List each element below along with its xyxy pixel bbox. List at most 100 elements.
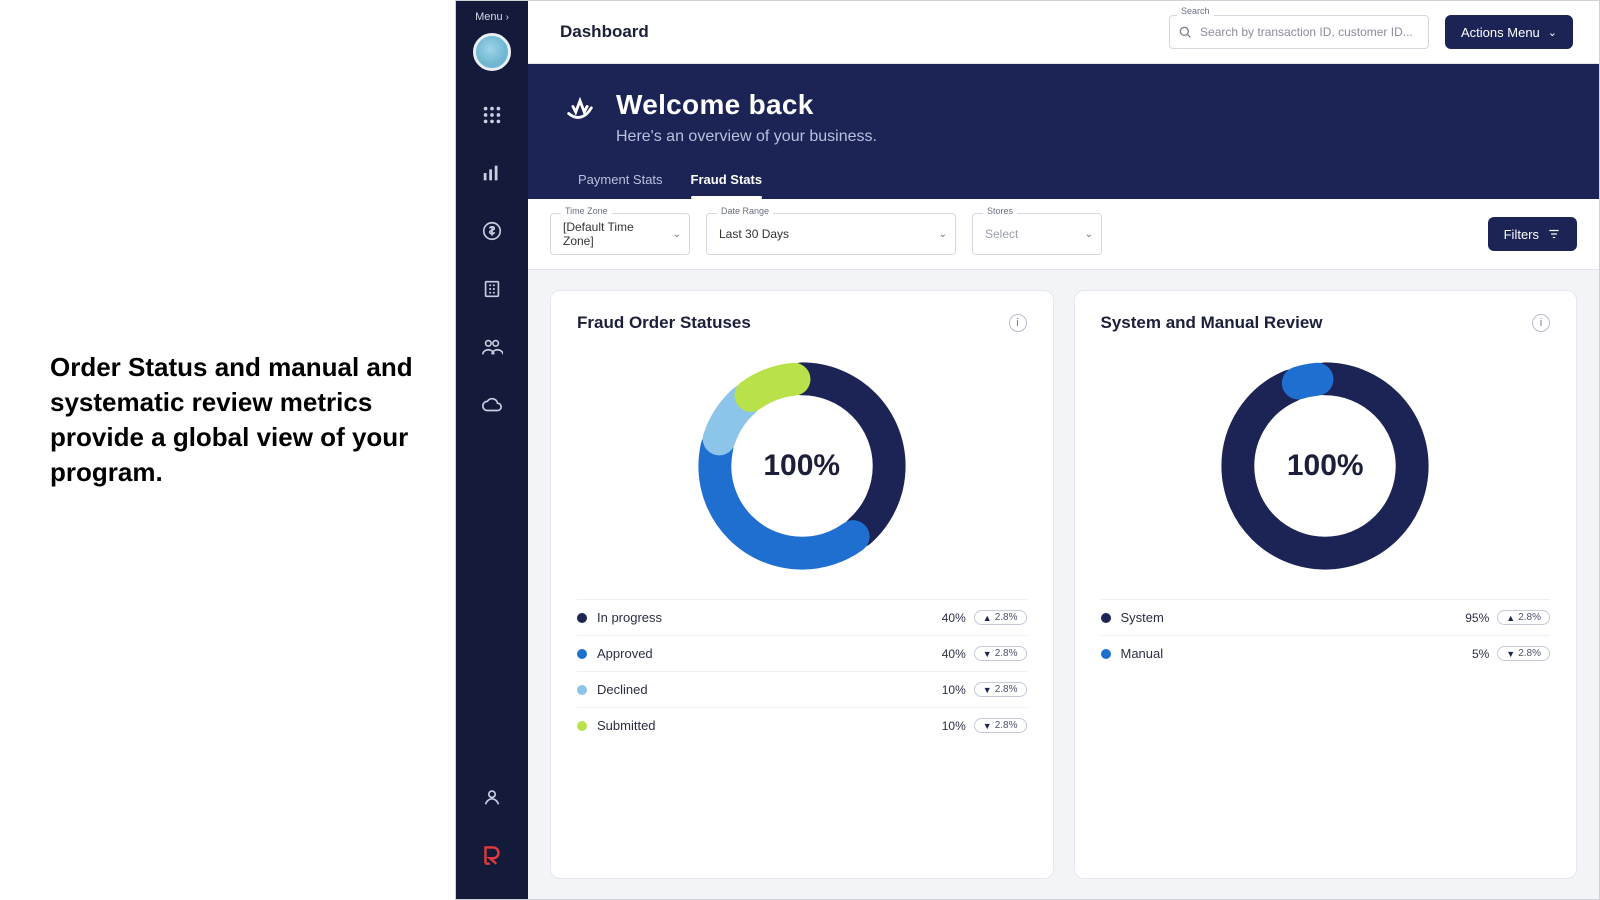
delta-badge: ▼2.8%: [974, 718, 1027, 733]
legend: System95%▲2.8%Manual5%▼2.8%: [1101, 599, 1551, 671]
donut-center-label: 100%: [687, 351, 917, 581]
delta-value: 2.8%: [995, 648, 1018, 659]
page-title: Dashboard: [560, 22, 649, 42]
card-title: System and Manual Review: [1101, 313, 1323, 333]
legend-value: 40%: [916, 611, 966, 625]
stores-label: Stores: [983, 206, 1017, 216]
building-icon[interactable]: [472, 269, 512, 309]
legend-row: Approved40% ▼2.8%: [577, 635, 1027, 671]
card-title: Fraud Order Statuses: [577, 313, 751, 333]
sidebar: Menu ›: [456, 1, 528, 899]
legend-row: System95% ▲2.8%: [1101, 599, 1551, 635]
stores-value: Select: [985, 227, 1018, 241]
triangle-up-icon: ▲: [1506, 613, 1515, 623]
card-system-manual-review: System and Manual Reviewi100%System95%▲2…: [1074, 290, 1578, 879]
tab-payment-stats[interactable]: Payment Stats: [578, 164, 663, 199]
users-icon[interactable]: [472, 327, 512, 367]
hero-subtitle: Here's an overview of your business.: [616, 128, 1567, 146]
legend-name: System: [1121, 610, 1440, 625]
legend-value: 5%: [1439, 647, 1489, 661]
legend-row: Submitted10% ▼2.8%: [577, 707, 1027, 743]
wave-icon: [560, 88, 600, 122]
avatar[interactable]: [473, 33, 511, 71]
delta-badge: ▼2.8%: [974, 682, 1027, 697]
cloud-icon[interactable]: [472, 385, 512, 425]
legend-name: Declined: [597, 682, 916, 697]
filter-bar: Time Zone [Default Time Zone] ⌄ Date Ran…: [528, 199, 1599, 270]
triangle-down-icon: ▼: [983, 649, 992, 659]
legend-dot: [577, 649, 587, 659]
profile-icon[interactable]: [472, 777, 512, 817]
chevron-down-icon: ⌄: [1548, 26, 1557, 39]
card-fraud-order-statuses: Fraud Order Statusesi100%In progress40%▲…: [550, 290, 1054, 879]
search-input[interactable]: [1169, 15, 1429, 49]
legend-dot: [577, 613, 587, 623]
info-icon[interactable]: i: [1532, 314, 1550, 332]
donut-chart: 100%: [1210, 351, 1440, 581]
delta-value: 2.8%: [995, 720, 1018, 731]
legend-value: 10%: [916, 683, 966, 697]
delta-badge: ▲2.8%: [974, 610, 1027, 625]
menu-toggle[interactable]: Menu ›: [475, 11, 509, 23]
legend-dot: [1101, 649, 1111, 659]
search-icon: [1177, 24, 1193, 40]
legend-row: Declined10% ▼2.8%: [577, 671, 1027, 707]
delta-badge: ▼2.8%: [1497, 646, 1550, 661]
legend-row: In progress40% ▲2.8%: [577, 599, 1027, 635]
chevron-down-icon: ⌄: [939, 229, 947, 240]
legend-value: 10%: [916, 719, 966, 733]
date-range-value: Last 30 Days: [719, 227, 789, 241]
triangle-down-icon: ▼: [1506, 649, 1515, 659]
legend-dot: [577, 721, 587, 731]
time-zone-value: [Default Time Zone]: [563, 220, 661, 248]
search-field[interactable]: Search: [1169, 15, 1429, 49]
date-range-select[interactable]: Date Range Last 30 Days ⌄: [706, 213, 956, 255]
chevron-down-icon: ⌄: [673, 229, 681, 240]
hero: Welcome back Here's an overview of your …: [528, 64, 1599, 199]
search-label: Search: [1177, 6, 1214, 16]
info-icon[interactable]: i: [1009, 314, 1027, 332]
legend-dot: [1101, 613, 1111, 623]
stores-select[interactable]: Stores Select ⌄: [972, 213, 1102, 255]
delta-value: 2.8%: [995, 612, 1018, 623]
donut-center-label: 100%: [1210, 351, 1440, 581]
actions-menu-button[interactable]: Actions Menu ⌄: [1445, 15, 1573, 49]
time-zone-select[interactable]: Time Zone [Default Time Zone] ⌄: [550, 213, 690, 255]
triangle-down-icon: ▼: [983, 721, 992, 731]
legend-name: In progress: [597, 610, 916, 625]
delta-value: 2.8%: [1518, 612, 1541, 623]
delta-badge: ▼2.8%: [974, 646, 1027, 661]
dollar-icon[interactable]: [472, 211, 512, 251]
chevron-right-icon: ›: [506, 12, 509, 23]
triangle-down-icon: ▼: [983, 685, 992, 695]
legend-name: Approved: [597, 646, 916, 661]
legend-name: Manual: [1121, 646, 1440, 661]
brand-logo-icon[interactable]: [472, 835, 512, 875]
legend-value: 40%: [916, 647, 966, 661]
filters-button-label: Filters: [1504, 227, 1539, 242]
legend-value: 95%: [1439, 611, 1489, 625]
delta-value: 2.8%: [1518, 648, 1541, 659]
main-content: Dashboard Search Actions Menu ⌄: [528, 1, 1599, 899]
chevron-down-icon: ⌄: [1085, 229, 1093, 240]
apps-icon[interactable]: [472, 95, 512, 135]
delta-badge: ▲2.8%: [1497, 610, 1550, 625]
actions-menu-label: Actions Menu: [1461, 25, 1540, 40]
slide-caption: Order Status and manual and systematic r…: [50, 350, 415, 490]
filters-button[interactable]: Filters: [1488, 217, 1577, 251]
delta-value: 2.8%: [995, 684, 1018, 695]
tabs: Payment Stats Fraud Stats: [578, 164, 1567, 199]
triangle-up-icon: ▲: [983, 613, 992, 623]
legend-name: Submitted: [597, 718, 916, 733]
analytics-icon[interactable]: [472, 153, 512, 193]
legend-row: Manual5% ▼2.8%: [1101, 635, 1551, 671]
date-range-label: Date Range: [717, 206, 773, 216]
filter-icon: [1547, 227, 1561, 241]
app-frame: Menu ›: [455, 0, 1600, 900]
hero-title: Welcome back: [616, 89, 814, 121]
donut-chart: 100%: [687, 351, 917, 581]
tab-fraud-stats[interactable]: Fraud Stats: [691, 164, 763, 199]
topbar: Dashboard Search Actions Menu ⌄: [528, 1, 1599, 64]
time-zone-label: Time Zone: [561, 206, 612, 216]
cards-container: Fraud Order Statusesi100%In progress40%▲…: [528, 270, 1599, 899]
